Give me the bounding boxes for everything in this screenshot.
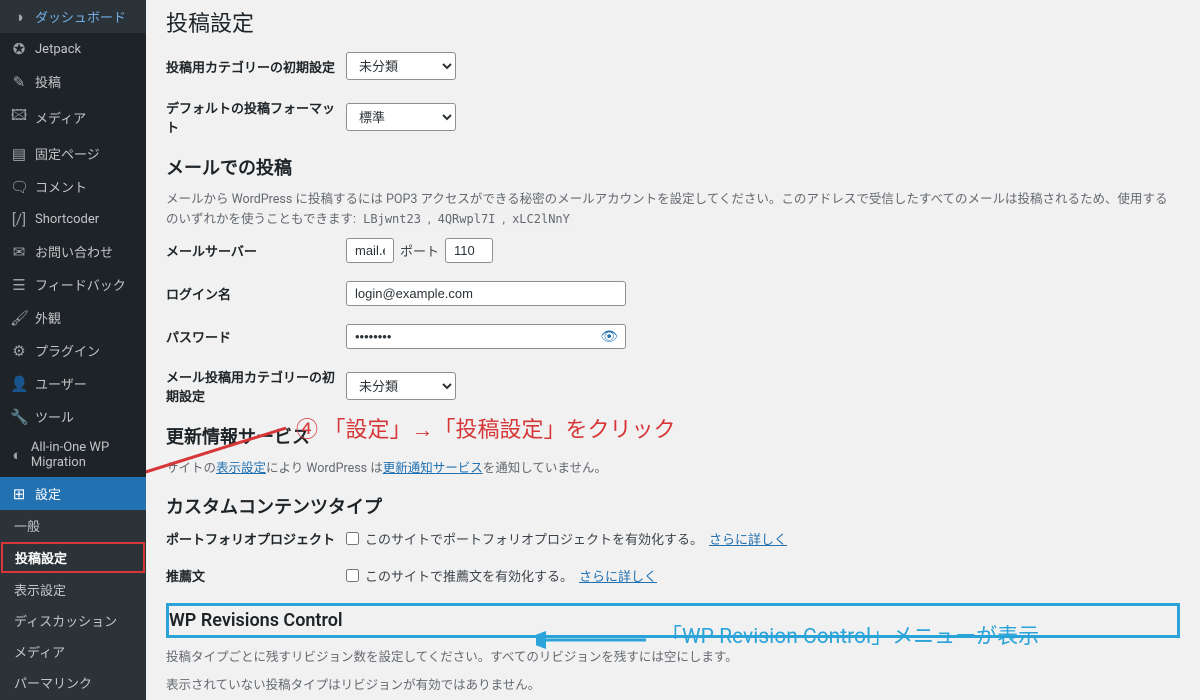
- mail-description: メールから WordPress に投稿するには POP3 アクセスができる秘密の…: [166, 190, 1180, 230]
- sidebar-label: All-in-One WP Migration: [31, 440, 136, 470]
- portfolio-checkbox[interactable]: [346, 532, 359, 545]
- login-input[interactable]: [346, 281, 626, 306]
- sidebar-item-11[interactable]: 👤 ユーザー: [0, 367, 146, 400]
- show-password-icon[interactable]: 👁: [600, 329, 618, 345]
- portfolio-more-link[interactable]: さらに詳しく: [709, 529, 787, 548]
- portfolio-label: ポートフォリオプロジェクト: [166, 529, 346, 548]
- admin-sidebar: ◑ ダッシュボード ✪ Jetpack ✎ 投稿 🖾 メディア ▤ 固定ページ 🗨 コメント [/] Sh…: [0, 0, 146, 700]
- sidebar-item-9[interactable]: 🖌 外観: [0, 301, 146, 334]
- mail-heading: メールでの投稿: [166, 154, 1180, 180]
- sidebar-sub-5[interactable]: パーマリンク: [0, 667, 146, 698]
- port-input[interactable]: [445, 238, 493, 263]
- sidebar-icon: ⊞: [10, 485, 28, 503]
- sidebar-icon: 🖌: [10, 309, 28, 327]
- sidebar-item-8[interactable]: ☰ フィードバック: [0, 268, 146, 301]
- testimonial-checkbox[interactable]: [346, 569, 359, 582]
- sidebar-item-1[interactable]: ✪ Jetpack: [0, 33, 146, 65]
- testimonial-text: このサイトで推薦文を有効化する。: [365, 566, 573, 585]
- sidebar-icon: ⚙: [10, 342, 28, 360]
- sidebar-icon: 🔧: [10, 408, 28, 426]
- sidebar-item-0[interactable]: ◑ ダッシュボード: [0, 0, 146, 33]
- default-category-select[interactable]: 未分類: [346, 52, 456, 80]
- sidebar-icon: [/]: [10, 210, 28, 228]
- sidebar-label: 設定: [35, 484, 61, 503]
- sidebar-label: コメント: [35, 177, 87, 196]
- sidebar-sub-4[interactable]: メディア: [0, 636, 146, 667]
- sidebar-label: プラグイン: [35, 341, 100, 360]
- sidebar-label: お問い合わせ: [35, 242, 113, 261]
- sidebar-item-5[interactable]: 🗨 コメント: [0, 170, 146, 203]
- mail-category-label: メール投稿用カテゴリーの初期設定: [166, 367, 346, 405]
- sidebar-icon: ◐: [10, 446, 24, 464]
- sidebar-item-12[interactable]: 🔧 ツール: [0, 400, 146, 433]
- default-format-select[interactable]: 標準: [346, 103, 456, 131]
- port-label: ポート: [400, 241, 439, 260]
- update-services-desc: サイトの表示設定により WordPress は更新通知サービスを通知していません…: [166, 459, 1180, 479]
- sidebar-icon: ✎: [10, 73, 28, 91]
- sidebar-label: メディア: [35, 108, 86, 127]
- update-service-link[interactable]: 更新通知サービス: [383, 461, 483, 476]
- sidebar-item-6[interactable]: [/] Shortcoder: [0, 203, 146, 235]
- mail-server-label: メールサーバー: [166, 241, 346, 260]
- sidebar-label: 外観: [35, 308, 61, 327]
- sidebar-item-4[interactable]: ▤ 固定ページ: [0, 137, 146, 170]
- sidebar-icon: ☰: [10, 276, 28, 294]
- sidebar-label: ツール: [35, 407, 74, 426]
- sidebar-item-13[interactable]: ◐ All-in-One WP Migration: [0, 433, 146, 477]
- default-format-label: デフォルトの投稿フォーマット: [166, 98, 346, 136]
- cct-heading: カスタムコンテンツタイプ: [166, 493, 1180, 519]
- sidebar-item-2[interactable]: ✎ 投稿: [0, 65, 146, 98]
- password-label: パスワード: [166, 327, 346, 346]
- default-category-label: 投稿用カテゴリーの初期設定: [166, 57, 346, 76]
- main-content: 投稿設定 投稿用カテゴリーの初期設定 未分類 デフォルトの投稿フォーマット 標準…: [146, 0, 1200, 700]
- testimonial-more-link[interactable]: さらに詳しく: [579, 566, 657, 585]
- sidebar-sub-0[interactable]: 一般: [0, 510, 146, 541]
- annotation-red: ④ 「設定」→「投稿設定」をクリック: [296, 412, 675, 444]
- sidebar-item-7[interactable]: ✉ お問い合わせ: [0, 235, 146, 268]
- sidebar-icon: 🖾: [10, 105, 28, 130]
- sidebar-item-14[interactable]: ⊞ 設定: [0, 477, 146, 510]
- sidebar-sub-2[interactable]: 表示設定: [0, 574, 146, 605]
- sidebar-item-10[interactable]: ⚙ プラグイン: [0, 334, 146, 367]
- sidebar-icon: ◑: [10, 8, 28, 26]
- sidebar-label: Jetpack: [35, 42, 81, 57]
- sidebar-label: 投稿: [35, 72, 61, 91]
- password-input[interactable]: [346, 324, 626, 349]
- sidebar-icon: 👤: [10, 375, 28, 393]
- sidebar-label: ダッシュボード: [35, 7, 126, 26]
- wprc-desc-2: 表示されていない投稿タイプはリビジョンが有効ではありません。: [166, 676, 1180, 696]
- sidebar-icon: ✪: [10, 40, 28, 58]
- wprc-desc-1: 投稿タイプごとに残すリビジョン数を設定してください。すべてのリビジョンを残すには…: [166, 648, 1180, 668]
- portfolio-text: このサイトでポートフォリオプロジェクトを有効化する。: [365, 529, 703, 548]
- sidebar-icon: ▤: [10, 145, 28, 163]
- sidebar-sub-1[interactable]: 投稿設定: [1, 542, 145, 573]
- testimonial-label: 推薦文: [166, 566, 346, 585]
- mail-server-input[interactable]: [346, 238, 394, 263]
- login-label: ログイン名: [166, 284, 346, 303]
- sidebar-sub-3[interactable]: ディスカッション: [0, 605, 146, 636]
- arrow-blue-icon: [536, 628, 656, 652]
- annotation-blue: 「WP Revision Control」メニューが表示: [661, 620, 1039, 650]
- mail-category-select[interactable]: 未分類: [346, 372, 456, 400]
- sidebar-item-3[interactable]: 🖾 メディア: [0, 98, 146, 137]
- sidebar-icon: 🗨: [10, 178, 28, 196]
- sidebar-icon: ✉: [10, 243, 28, 261]
- sidebar-label: 固定ページ: [35, 144, 100, 163]
- sidebar-label: フィードバック: [35, 275, 126, 294]
- arrow-red-icon: [146, 420, 296, 490]
- page-title: 投稿設定: [166, 0, 1180, 52]
- sidebar-label: ユーザー: [35, 374, 87, 393]
- sidebar-label: Shortcoder: [35, 212, 99, 227]
